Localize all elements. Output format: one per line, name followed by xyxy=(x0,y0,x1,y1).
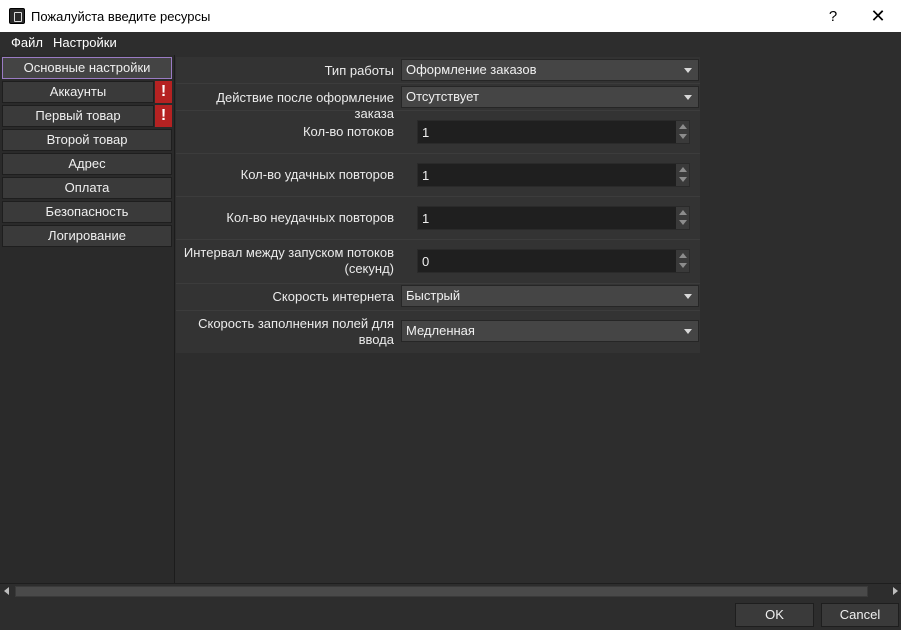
row-divider xyxy=(176,83,700,84)
row-divider xyxy=(176,239,700,240)
spin-buttons[interactable] xyxy=(676,207,689,229)
ok-button[interactable]: OK xyxy=(735,603,814,627)
row-divider xyxy=(176,196,700,197)
threads-label: Кол-во потоков xyxy=(302,124,394,139)
nav-accounts[interactable]: Аккаунты xyxy=(2,81,154,103)
chevron-down-icon xyxy=(684,68,692,73)
chevron-down-icon xyxy=(684,294,692,299)
fill-speed-value: Медленная xyxy=(406,323,475,338)
scroll-right-icon[interactable] xyxy=(893,587,898,595)
after-order-select[interactable]: Отсутствует xyxy=(401,86,699,108)
spin-down-icon[interactable] xyxy=(679,177,687,182)
row-divider xyxy=(176,283,700,284)
spin-up-icon[interactable] xyxy=(679,210,687,215)
menu-bar: Файл Настройки xyxy=(0,32,901,53)
nav-basic-settings[interactable]: Основные настройки xyxy=(2,57,172,79)
spin-up-icon[interactable] xyxy=(679,124,687,129)
window-title: Пожалуйста введите ресурсы xyxy=(31,8,211,24)
row-divider xyxy=(176,110,700,111)
fail-retries-spinbox[interactable]: 1 xyxy=(417,206,690,230)
success-retries-value: 1 xyxy=(422,168,430,183)
nav-security[interactable]: Безопасность xyxy=(2,201,172,223)
warning-icon: ! xyxy=(155,81,172,103)
spin-up-icon[interactable] xyxy=(679,167,687,172)
menu-file[interactable]: Файл xyxy=(0,35,50,50)
work-type-value: Оформление заказов xyxy=(406,62,537,77)
dialog-footer: OK Cancel xyxy=(0,600,901,630)
nav-payment[interactable]: Оплата xyxy=(2,177,172,199)
fill-speed-label-line2: ввода xyxy=(358,332,394,347)
fail-retries-value: 1 xyxy=(422,211,430,226)
spin-up-icon[interactable] xyxy=(679,253,687,258)
fill-speed-select[interactable]: Медленная xyxy=(401,320,699,342)
spin-down-icon[interactable] xyxy=(679,220,687,225)
work-type-label: Тип работы xyxy=(324,63,394,78)
spin-buttons[interactable] xyxy=(676,164,689,186)
thread-interval-value: 0 xyxy=(422,254,430,269)
close-button[interactable]: ✕ xyxy=(855,0,901,32)
menu-settings[interactable]: Настройки xyxy=(50,35,124,50)
threads-value: 1 xyxy=(422,125,430,140)
after-order-value: Отсутствует xyxy=(406,89,479,104)
spin-buttons[interactable] xyxy=(676,250,689,272)
thread-interval-spinbox[interactable]: 0 xyxy=(417,249,690,273)
fill-speed-label-line1: Скорость заполнения полей для xyxy=(198,316,394,331)
cancel-button[interactable]: Cancel xyxy=(821,603,899,627)
help-button[interactable]: ? xyxy=(810,0,856,32)
thread-interval-label-line2: (секунд) xyxy=(344,261,395,276)
app-icon xyxy=(9,8,25,24)
threads-spinbox[interactable]: 1 xyxy=(417,120,690,144)
internet-speed-label: Скорость интернета xyxy=(272,289,394,304)
fail-retries-label: Кол-во неудачных повторов xyxy=(226,210,394,225)
nav-address[interactable]: Адрес xyxy=(2,153,172,175)
nav-second-product[interactable]: Второй товар xyxy=(2,129,172,151)
title-bar: Пожалуйста введите ресурсы ? ✕ xyxy=(0,0,901,32)
internet-speed-select[interactable]: Быстрый xyxy=(401,285,699,307)
success-retries-label: Кол-во удачных повторов xyxy=(240,167,394,182)
scrollbar-thumb[interactable] xyxy=(15,586,868,597)
settings-nav: Основные настройки Аккаунты ! Первый тов… xyxy=(0,55,175,583)
scroll-left-icon[interactable] xyxy=(4,587,9,595)
internet-speed-value: Быстрый xyxy=(406,288,461,303)
warning-icon: ! xyxy=(155,105,172,127)
spin-buttons[interactable] xyxy=(676,121,689,143)
nav-logging[interactable]: Логирование xyxy=(2,225,172,247)
spin-down-icon[interactable] xyxy=(679,263,687,268)
thread-interval-label: Интервал между запуском потоков (секунд) xyxy=(184,245,394,277)
chevron-down-icon xyxy=(684,329,692,334)
row-divider xyxy=(176,310,700,311)
chevron-down-icon xyxy=(684,95,692,100)
fill-speed-label: Скорость заполнения полей для ввода xyxy=(198,316,394,348)
row-divider xyxy=(176,153,700,154)
work-type-select[interactable]: Оформление заказов xyxy=(401,59,699,81)
settings-form: Тип работы Оформление заказов Действие п… xyxy=(176,55,901,583)
thread-interval-label-line1: Интервал между запуском потоков xyxy=(183,245,394,260)
after-order-label: Действие после оформление заказа xyxy=(216,90,394,121)
spin-down-icon[interactable] xyxy=(679,134,687,139)
nav-first-product[interactable]: Первый товар xyxy=(2,105,154,127)
horizontal-scrollbar[interactable] xyxy=(0,583,901,600)
success-retries-spinbox[interactable]: 1 xyxy=(417,163,690,187)
